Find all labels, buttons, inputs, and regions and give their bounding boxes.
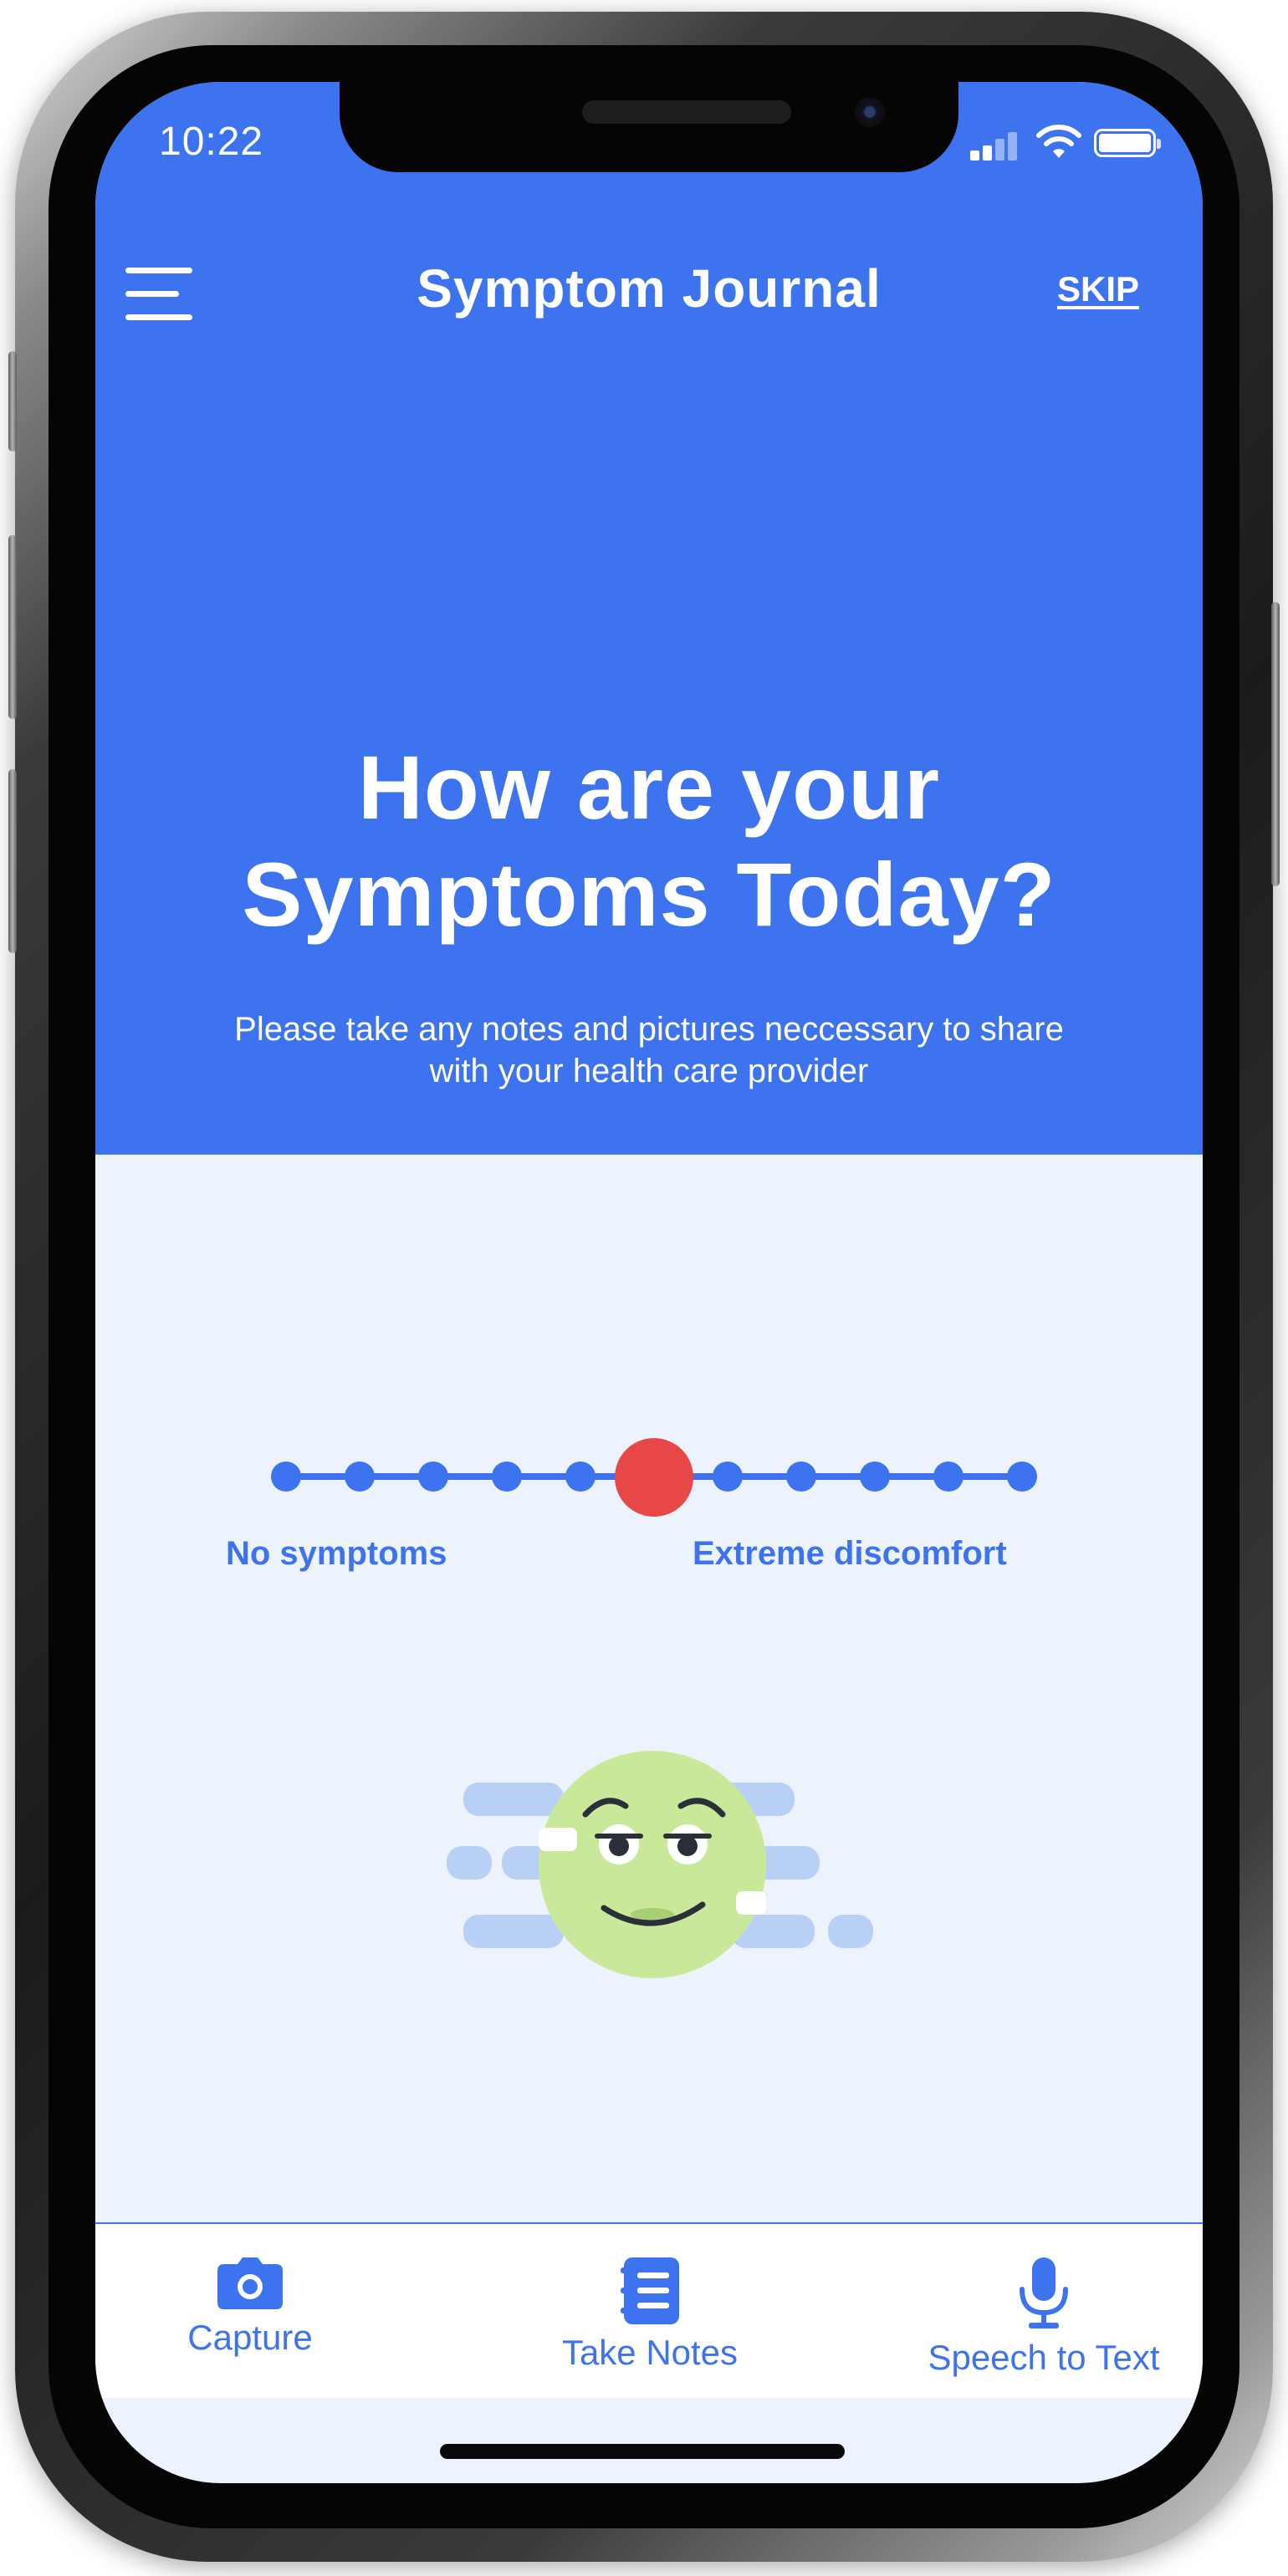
signal-icon — [970, 130, 1025, 161]
decor-bar — [447, 1846, 492, 1880]
app-screen: 10:22 Symptom Journal SKIP How are your … — [95, 82, 1203, 2483]
symptom-severity-slider[interactable] — [263, 1411, 1037, 1537]
microphone-icon — [1020, 2257, 1068, 2329]
front-camera — [855, 97, 885, 127]
hero-heading-line: How are your — [357, 737, 941, 838]
slider-step-dot[interactable] — [565, 1461, 595, 1492]
earpiece-speaker — [582, 100, 791, 124]
tab-label: Capture — [187, 2318, 313, 2357]
slider-step-dot[interactable] — [860, 1461, 890, 1492]
tab-label: Take Notes — [561, 2333, 739, 2372]
phone-notch — [340, 82, 958, 172]
tired-face-drawing — [539, 1798, 766, 1926]
slider-step-dot[interactable] — [786, 1461, 816, 1492]
notes-icon — [621, 2257, 679, 2324]
slider-step-dot[interactable] — [492, 1461, 522, 1492]
tired-face-icon — [539, 1751, 766, 1978]
hamburger-line — [125, 291, 179, 297]
slider-max-label: Extreme discomfort — [693, 1535, 1007, 1572]
battery-icon — [1094, 129, 1161, 157]
hero-heading-line: Symptoms Today? — [242, 844, 1056, 945]
phone-volume-down-button — [8, 769, 17, 953]
hero-subtitle-line: Please take any notes and pictures necce… — [234, 1011, 1064, 1048]
bottom-tab-bar: Capture Take Notes Speech to Text — [95, 2222, 1203, 2398]
tab-speech-to-text[interactable]: Speech to Text — [902, 2257, 1186, 2378]
tab-take-notes[interactable]: Take Notes — [530, 2257, 769, 2373]
slider-step-dot[interactable] — [1007, 1461, 1037, 1492]
skip-link[interactable]: SKIP — [1057, 269, 1139, 309]
mood-illustration — [447, 1746, 882, 1997]
slider-step-dot[interactable] — [345, 1461, 375, 1492]
hamburger-line — [125, 268, 192, 273]
slider-min-label: No symptoms — [226, 1535, 447, 1572]
decor-bar — [828, 1915, 873, 1948]
home-indicator[interactable] — [440, 2444, 845, 2459]
wifi-icon — [1036, 125, 1081, 158]
tab-label: Speech to Text — [928, 2338, 1160, 2377]
page-title: Symptom Journal — [417, 258, 882, 319]
phone-silent-switch — [8, 351, 17, 451]
phone-power-button — [1271, 602, 1280, 886]
phone-volume-up-button — [8, 535, 17, 719]
hero-subtitle: Please take any notes and pictures necce… — [129, 1008, 1169, 1092]
slider-step-dot[interactable] — [713, 1461, 743, 1492]
slider-step-dot[interactable] — [418, 1461, 448, 1492]
hero-heading: How are your Symptoms Today? — [146, 734, 1153, 948]
status-time: 10:22 — [159, 120, 264, 164]
hero-subtitle-line: with your health care provider — [429, 1053, 869, 1089]
slider-step-dot[interactable] — [933, 1461, 963, 1492]
menu-button[interactable] — [125, 268, 192, 321]
camera-icon — [217, 2257, 283, 2309]
slider-step-dot[interactable] — [271, 1461, 301, 1492]
hero-section: 10:22 Symptom Journal SKIP How are your … — [95, 82, 1203, 1155]
hamburger-line — [125, 314, 192, 320]
tab-capture[interactable]: Capture — [146, 2257, 355, 2358]
slider-thumb[interactable] — [615, 1438, 693, 1517]
